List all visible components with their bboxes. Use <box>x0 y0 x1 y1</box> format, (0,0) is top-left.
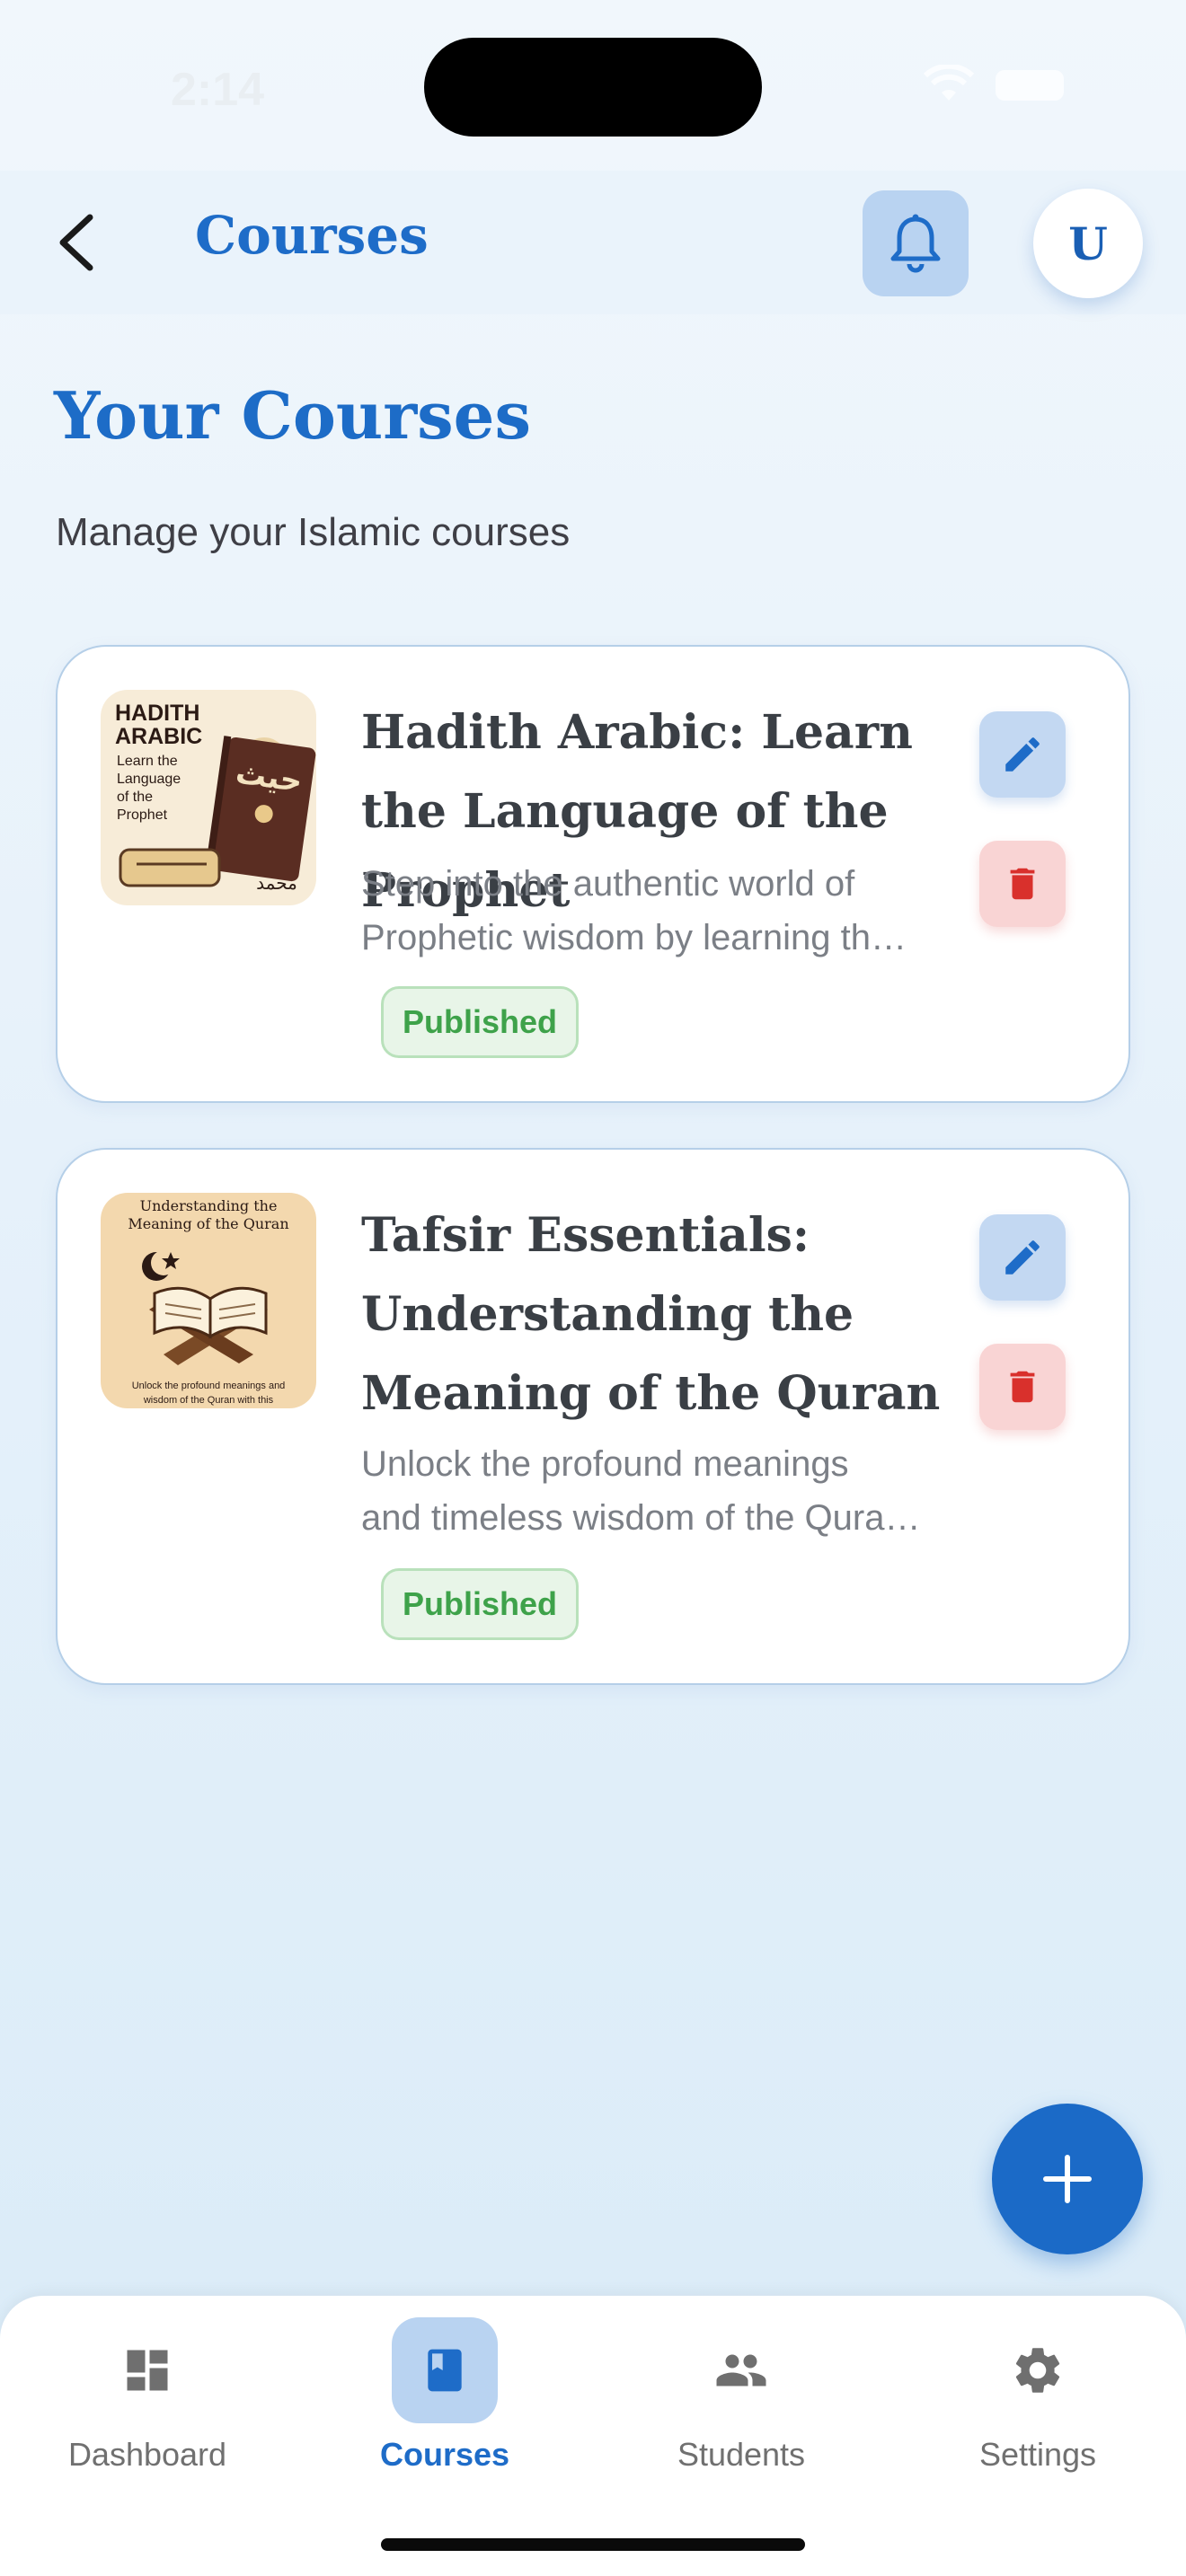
notifications-button[interactable] <box>863 190 969 296</box>
dashboard-icon <box>127 2350 168 2391</box>
add-course-button[interactable] <box>992 2104 1143 2254</box>
thumb-sub3: of the <box>117 790 153 805</box>
thumb-sub4: Prophet <box>117 807 168 823</box>
book-icon <box>428 2349 462 2392</box>
edit-button[interactable] <box>979 711 1066 798</box>
nav-item-courses[interactable]: Courses <box>337 2314 553 2529</box>
home-indicator <box>381 2538 805 2551</box>
status-badge: Published <box>381 986 579 1058</box>
status-badge: Published <box>381 1568 579 1640</box>
course-card[interactable]: Understanding the Meaning of the Quran U… <box>56 1148 1130 1685</box>
dynamic-island <box>424 38 762 137</box>
pencil-icon <box>1005 1240 1040 1275</box>
wifi-icon <box>924 65 974 101</box>
course-thumbnail: حيث HADITH ARABIC Learn the Language of … <box>101 690 316 905</box>
nav-label: Students <box>677 2436 806 2473</box>
plus-icon <box>1043 2155 1092 2203</box>
bottom-nav: Dashboard Courses Students Settings <box>0 2296 1186 2576</box>
nav-item-dashboard[interactable]: Dashboard <box>40 2314 255 2529</box>
nav-item-settings[interactable]: Settings <box>930 2314 1146 2529</box>
nav-label: Dashboard <box>67 2436 227 2473</box>
delete-button[interactable] <box>979 841 1066 927</box>
pencil-icon <box>1005 737 1040 772</box>
course-description-line: Unlock the profound meanings <box>361 1444 849 1484</box>
course-description-line: Prophetic wisdom by learning th… <box>361 918 907 957</box>
thumb-footer1: Unlock the profound meanings and <box>132 1381 286 1391</box>
bell-icon <box>890 214 941 273</box>
course-description-line: and timeless wisdom of the Qura… <box>361 1498 921 1538</box>
nav-item-students[interactable]: Students <box>633 2314 849 2529</box>
status-time: 2:14 <box>171 64 265 116</box>
trash-icon <box>1010 868 1035 900</box>
course-description-line: Step into the authentic world of <box>361 864 855 904</box>
app-bar <box>0 171 1186 314</box>
thumb-heading2: Meaning of the Quran <box>128 1215 288 1232</box>
thumb-calligraphy: محمد <box>256 872 297 894</box>
course-title: Tafsir Essentials: Understanding the Mea… <box>361 1208 941 1421</box>
page-subtitle: Manage your Islamic courses <box>56 510 571 554</box>
thumb-footer2: wisdom of the Quran with this <box>143 1395 274 1406</box>
people-icon <box>716 2354 766 2386</box>
chevron-left-icon <box>59 214 93 271</box>
nav-label: Settings <box>978 2436 1097 2473</box>
course-card[interactable]: حيث HADITH ARABIC Learn the Language of … <box>56 645 1130 1103</box>
delete-button[interactable] <box>979 1344 1066 1430</box>
battery-icon <box>996 70 1064 101</box>
app-title: Courses <box>195 205 429 266</box>
thumb-sub1: Learn the <box>117 754 178 769</box>
course-description: Step into the authentic world of Prophet… <box>361 857 972 965</box>
nav-label: Courses <box>379 2436 510 2473</box>
gear-icon <box>1015 2348 1060 2393</box>
thumb-heading1: Understanding the <box>140 1197 278 1214</box>
avatar[interactable]: U <box>1033 189 1143 298</box>
back-button[interactable] <box>47 208 104 277</box>
trash-icon <box>1010 1371 1035 1403</box>
status-bar: 2:14 <box>0 0 1186 171</box>
course-thumbnail: Understanding the Meaning of the Quran U… <box>101 1193 316 1408</box>
edit-button[interactable] <box>979 1214 1066 1301</box>
thumb-heading2: ARABIC <box>115 724 202 749</box>
course-description: Unlock the profound meanings and timeles… <box>361 1437 972 1545</box>
thumb-heading1: HADITH <box>115 701 199 726</box>
page-title: Your Courses <box>54 377 531 454</box>
thumb-sub2: Language <box>117 772 181 787</box>
